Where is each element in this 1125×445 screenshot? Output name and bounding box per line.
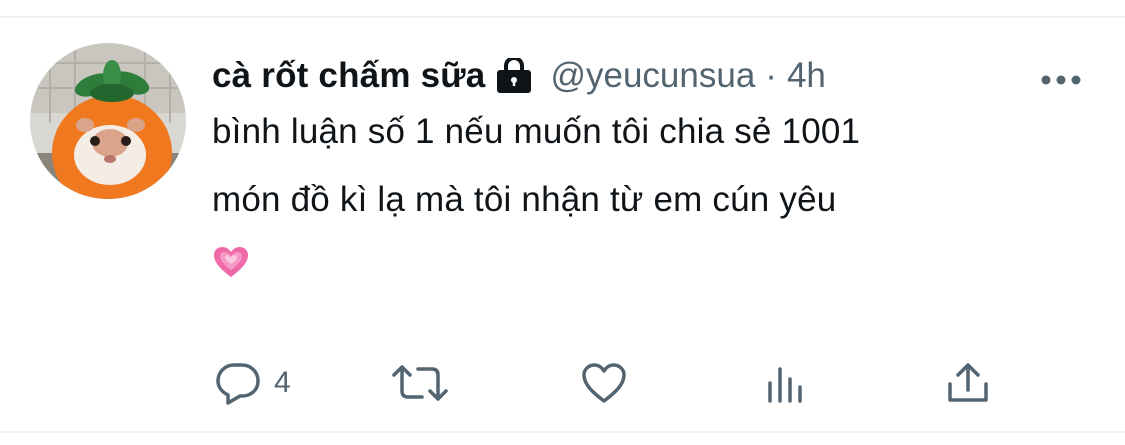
reply-button[interactable]: 4 [214, 358, 291, 408]
analytics-icon [764, 361, 808, 405]
share-icon [944, 360, 992, 406]
retweet-button[interactable] [392, 358, 448, 408]
retweet-icon [392, 361, 448, 405]
more-horizontal-icon[interactable] [1040, 73, 1082, 85]
like-button[interactable] [580, 358, 628, 408]
tweet-actions: 4 [0, 358, 1125, 408]
reply-count: 4 [274, 366, 291, 399]
tweet-text-line-2-content: món đồ kì lạ mà tôi nhận từ em cún yêu [212, 180, 837, 219]
tweet-header: cà rốt chấm sữa @yeucunsua · 4h [212, 56, 826, 96]
avatar-image [30, 43, 186, 199]
lock-icon [494, 56, 534, 94]
heart-icon [580, 361, 628, 405]
reply-icon [214, 361, 262, 405]
tweet-text-line-1: bình luận số 1 nếu muốn tôi chia sẻ 1001 [212, 112, 861, 151]
views-button[interactable] [764, 358, 808, 408]
tweet-card[interactable]: cà rốt chấm sữa @yeucunsua · 4h bình luậ… [0, 18, 1125, 431]
display-name[interactable]: cà rốt chấm sữa [212, 56, 485, 96]
bottom-divider [0, 431, 1125, 433]
timestamp[interactable]: 4h [787, 56, 826, 96]
avatar[interactable] [30, 43, 186, 199]
tweet-text-line-2: món đồ kì lạ mà tôi nhận từ em cún yêu [212, 166, 1092, 277]
separator-dot: · [765, 56, 777, 95]
share-button[interactable] [944, 358, 992, 408]
tweet-text: bình luận số 1 nếu muốn tôi chia sẻ 1001… [212, 98, 1092, 277]
growing-heart-emoji [212, 234, 250, 277]
user-handle[interactable]: @yeucunsua [550, 56, 755, 96]
